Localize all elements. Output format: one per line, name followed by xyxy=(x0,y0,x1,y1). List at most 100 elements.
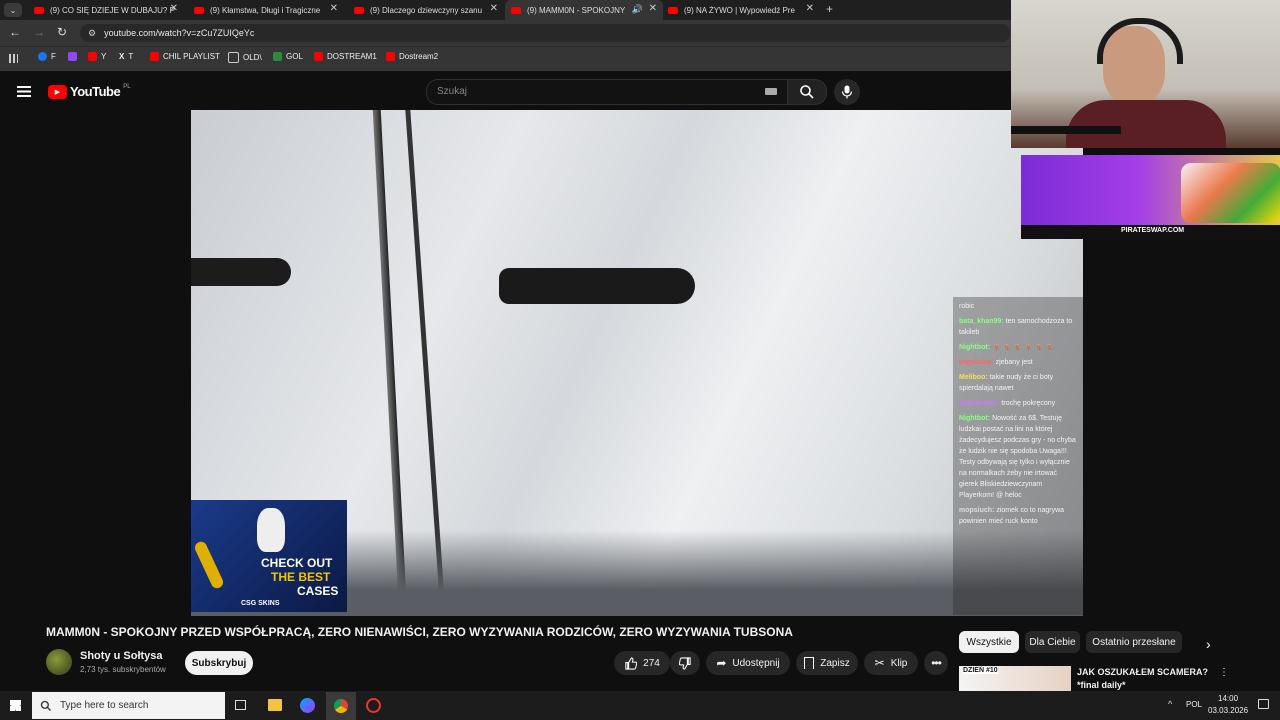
bookmark-t[interactable]: XT xyxy=(119,52,133,61)
voice-search-button[interactable] xyxy=(834,79,860,105)
browser-tab[interactable]: (9) Kłamstwa, Długi i Tragiczne ✕ xyxy=(190,0,344,20)
apps-grid-icon[interactable] xyxy=(9,54,18,63)
app-icon[interactable] xyxy=(366,698,381,713)
chat-message: bata_khan99: ten samochodzoza to takileb xyxy=(959,318,1073,336)
bookmark-dostream2[interactable]: Dostream2 xyxy=(386,52,438,61)
tray-chevron-icon[interactable]: ^ xyxy=(1168,699,1172,709)
search-icon xyxy=(800,85,814,99)
taskbar-search-placeholder: Type here to search xyxy=(60,700,149,711)
microphone-icon xyxy=(841,85,853,99)
subscribe-button[interactable]: Subskrybuj xyxy=(185,651,253,675)
chat-message: mopsiuch: ziomek co to nagrywa powinien … xyxy=(959,507,1065,525)
browser-tab-active[interactable]: (9) MAMM0N - SPOKOJNY 🔊 ✕ xyxy=(505,0,663,20)
keyboard-icon[interactable] xyxy=(765,88,777,95)
channel-avatar[interactable] xyxy=(46,649,72,675)
close-tab-icon[interactable]: ✕ xyxy=(170,3,178,14)
file-explorer-icon[interactable] xyxy=(268,699,282,711)
youtube-play-icon: ▶ xyxy=(48,84,67,99)
hamburger-menu-icon[interactable] xyxy=(17,86,31,97)
chevron-right-icon[interactable]: › xyxy=(1206,636,1211,652)
browser-tab[interactable]: (9) Dlaczego dziewczyny szanu ✕ xyxy=(350,0,504,20)
chat-message: wigobalip: zjebany jest xyxy=(959,359,1033,366)
more-actions-button[interactable]: ••• xyxy=(924,651,948,675)
youtube-icon xyxy=(386,52,395,61)
share-button[interactable]: ➦ Udostępnij xyxy=(706,651,790,675)
close-tab-icon[interactable]: ✕ xyxy=(330,3,338,14)
search-button[interactable] xyxy=(787,79,827,105)
bookmark-f[interactable]: F xyxy=(38,52,56,61)
chip-recently-uploaded[interactable]: Ostatnio przesłane xyxy=(1086,631,1182,653)
close-tab-icon[interactable]: ✕ xyxy=(649,3,657,14)
search-input[interactable]: Szukaj xyxy=(426,79,788,105)
channel-name[interactable]: Shoty u Sołtysa xyxy=(80,650,163,662)
youtube-favicon-icon xyxy=(354,6,364,14)
address-bar[interactable]: ⚙ youtube.com/watch?v=zCu7ZUIQeYc xyxy=(80,24,1010,42)
search-icon xyxy=(40,700,51,711)
thumbs-up-icon xyxy=(625,656,638,670)
sponsor-ad-overlay[interactable]: CHECK OUT THE BEST CASES CSG SKINS xyxy=(191,500,347,612)
scissors-icon: ✂ xyxy=(874,656,885,670)
search-placeholder: Szukaj xyxy=(437,86,468,97)
save-button[interactable]: Zapisz xyxy=(796,651,858,675)
share-icon: ➦ xyxy=(716,656,727,670)
bookmark-dostream1[interactable]: DOSTREAM1 xyxy=(314,52,377,61)
folder-icon xyxy=(228,52,239,63)
facebook-icon xyxy=(38,52,47,61)
bookmark-chil-playlist[interactable]: CHIL PLAYLIST xyxy=(150,52,220,61)
chip-all[interactable]: Wszystkie xyxy=(959,631,1019,653)
taskbar-search-input[interactable]: Type here to search xyxy=(32,692,225,719)
input-language[interactable]: POL xyxy=(1186,700,1202,709)
tab-label: (9) CO SIĘ DZIEJE W DUBAJU? P xyxy=(50,5,175,15)
like-count: 274 xyxy=(643,657,660,669)
site-info-icon[interactable]: ⚙ xyxy=(88,28,96,39)
microphone-arm xyxy=(1011,126,1121,134)
video-title: MAMM0N - SPOKOJNY PRZED WSPÓŁPRACĄ, ZERO… xyxy=(46,625,793,639)
messenger-icon[interactable] xyxy=(300,698,315,713)
clock-date[interactable]: 03.03.2026 xyxy=(1208,706,1248,715)
clock-time[interactable]: 14:00 xyxy=(1218,694,1238,703)
browser-tab[interactable]: (9) CO SIĘ DZIEJE W DUBAJU? P ✕ xyxy=(30,0,184,20)
chat-message: alphamalex: trochę pokręcony xyxy=(959,400,1056,407)
bookmark-gol[interactable]: GOL xyxy=(273,52,303,61)
ad-text-2: THE BEST xyxy=(271,570,331,584)
like-button[interactable]: 274 xyxy=(614,651,670,675)
video-player[interactable]: CHECK OUT THE BEST CASES CSG SKINS xyxy=(191,110,1083,616)
chrome-icon[interactable] xyxy=(326,692,356,720)
more-horizontal-icon: ••• xyxy=(931,656,942,670)
bookmark-icon xyxy=(804,657,815,669)
youtube-favicon-icon xyxy=(194,6,204,14)
windows-start-icon[interactable] xyxy=(10,700,21,711)
bookmark-twitch[interactable] xyxy=(68,52,77,61)
bookmark-folder-old[interactable]: OLD\ xyxy=(228,52,262,63)
tab-label: (9) Kłamstwa, Długi i Tragiczne xyxy=(210,5,321,15)
notifications-icon[interactable] xyxy=(1258,699,1269,709)
promo-site: PIRATESWAP.COM xyxy=(1121,227,1185,234)
clip-button[interactable]: ✂ Klip xyxy=(864,651,918,675)
task-view-icon[interactable] xyxy=(235,700,246,710)
recommended-title[interactable]: JAK OSZUKAŁEM SCAMERA? *final daily* xyxy=(1077,666,1217,692)
recommended-thumbnail[interactable]: DZIEŃ #10 xyxy=(959,666,1071,691)
audio-playing-icon[interactable]: 🔊 xyxy=(632,4,643,15)
youtube-icon xyxy=(314,52,323,61)
tab-label: (9) NA ŻYWO | Wypowiedź Pre xyxy=(684,5,795,15)
new-tab-icon[interactable]: + xyxy=(826,2,833,16)
recommended-menu-icon[interactable]: ⋮ xyxy=(1219,667,1229,678)
ad-brand: CSG SKINS xyxy=(241,600,280,607)
stream-chat-overlay: robic bata_khan99: ten samochodzoza to t… xyxy=(953,297,1083,615)
gol-icon xyxy=(273,52,282,61)
dislike-button[interactable] xyxy=(670,651,700,675)
close-tab-icon[interactable]: ✕ xyxy=(806,3,814,14)
youtube-logo[interactable]: ▶ YouTube PL xyxy=(48,84,131,99)
browser-tab[interactable]: (9) NA ŻYWO | Wypowiedź Pre ✕ xyxy=(664,0,820,20)
forward-icon[interactable]: → xyxy=(33,25,45,39)
thumbnail-text: DZIEŃ #10 xyxy=(963,667,998,674)
chip-for-you[interactable]: Dla Ciebie xyxy=(1025,631,1080,653)
door-handle-left xyxy=(191,258,291,286)
tab-list-dropdown-icon[interactable]: ⌄ xyxy=(4,3,22,17)
youtube-favicon-icon xyxy=(511,6,521,14)
close-tab-icon[interactable]: ✕ xyxy=(490,3,498,14)
headphones-icon xyxy=(1097,18,1183,64)
back-icon[interactable]: ← xyxy=(9,25,21,39)
reload-icon[interactable]: ↻ xyxy=(57,25,67,39)
bookmark-y[interactable]: Y xyxy=(88,52,106,61)
